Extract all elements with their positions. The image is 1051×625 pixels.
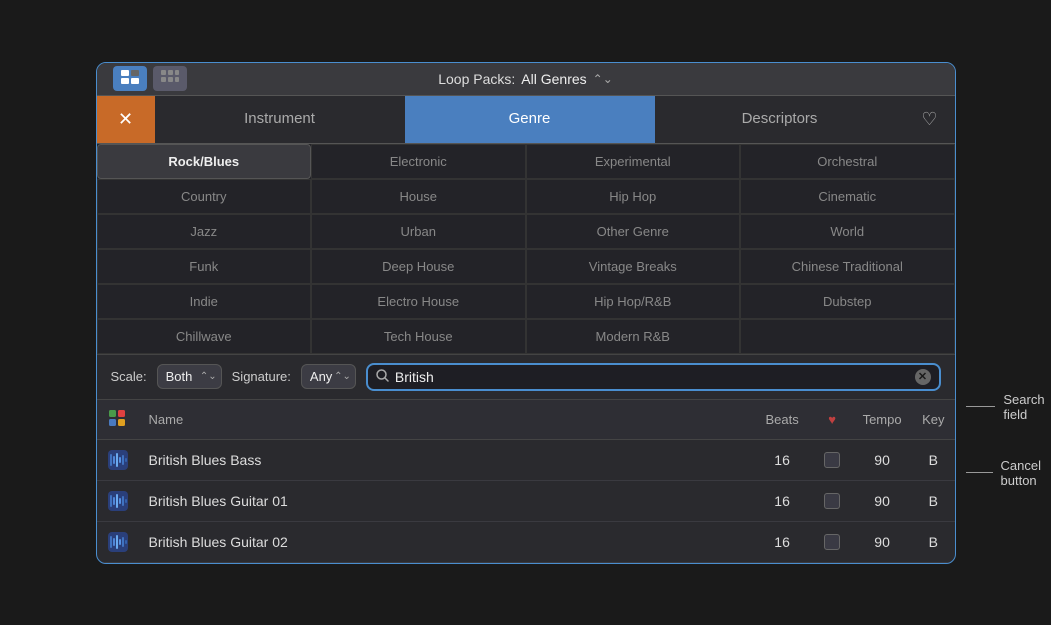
col-icon-header xyxy=(97,400,139,440)
cancel-button[interactable]: ✕ xyxy=(915,369,931,385)
genre-cell-indie[interactable]: Indie xyxy=(97,284,312,319)
view-controls xyxy=(113,66,187,91)
search-field[interactable]: ✕ xyxy=(366,363,941,391)
favorites-icon: ♡ xyxy=(921,109,937,130)
ann-hline-1 xyxy=(966,406,996,407)
tab-close-button[interactable]: ✕ xyxy=(97,96,155,143)
main-window: Loop Packs: All Genres ⌃⌄ ✕ Instrument G… xyxy=(96,62,956,564)
genre-cell-jazz[interactable]: Jazz xyxy=(97,214,312,249)
tab-descriptors[interactable]: Descriptors xyxy=(655,96,905,143)
cancel-icon: ✕ xyxy=(918,370,927,383)
genre-cell-modern-r-b[interactable]: Modern R&B xyxy=(526,319,741,354)
tabs-row: ✕ Instrument Genre Descriptors ♡ xyxy=(97,96,955,144)
search-input[interactable] xyxy=(395,369,909,385)
row-key: B xyxy=(912,480,954,521)
genre-cell-electro-house[interactable]: Electro House xyxy=(311,284,526,319)
genre-cell-deep-house[interactable]: Deep House xyxy=(311,249,526,284)
favorite-checkbox[interactable] xyxy=(824,534,840,550)
genre-dropdown[interactable]: All Genres xyxy=(521,71,586,87)
genre-cell-rock-blues[interactable]: Rock/Blues xyxy=(97,144,312,179)
ann-hline-2 xyxy=(966,472,993,473)
header-bar: Loop Packs: All Genres ⌃⌄ xyxy=(97,63,955,96)
genre-cell-house[interactable]: House xyxy=(311,179,526,214)
genre-cell-23[interactable] xyxy=(740,319,955,354)
row-tempo: 90 xyxy=(852,439,912,480)
signature-select[interactable]: Any 3/4 4/4 xyxy=(301,364,356,389)
results-table: Name Beats ♥ Tempo Key xyxy=(97,400,955,563)
table-row[interactable]: British Blues Guitar 0216 90B xyxy=(97,521,955,562)
row-name: British Blues Bass xyxy=(139,439,753,480)
header-title: Loop Packs: All Genres ⌃⌄ xyxy=(438,71,613,87)
col-key-header: Key xyxy=(912,400,954,440)
view-btn-grid[interactable] xyxy=(113,66,147,91)
table-row[interactable]: British Blues Guitar 0116 90B xyxy=(97,480,955,521)
genre-cell-country[interactable]: Country xyxy=(97,179,312,214)
annotations-overlay: Search field Cancel button xyxy=(966,392,1051,488)
table-row[interactable]: British Blues Bass16 90B xyxy=(97,439,955,480)
row-name: British Blues Guitar 02 xyxy=(139,521,753,562)
annotation-cancel-button: Cancel button xyxy=(966,458,1051,488)
row-tempo: 90 xyxy=(852,521,912,562)
tab-genre[interactable]: Genre xyxy=(405,96,655,143)
genre-grid: Rock/BluesElectronicExperimentalOrchestr… xyxy=(97,144,955,355)
genre-cell-world[interactable]: World xyxy=(740,214,955,249)
genre-cell-cinematic[interactable]: Cinematic xyxy=(740,179,955,214)
genre-cell-chinese-traditional[interactable]: Chinese Traditional xyxy=(740,249,955,284)
col-tempo-header: Tempo xyxy=(852,400,912,440)
row-beats: 16 xyxy=(752,521,812,562)
loop-icon-cell xyxy=(97,521,139,562)
tab-descriptors-label: Descriptors xyxy=(742,110,818,127)
scale-select[interactable]: Both Major Minor xyxy=(157,364,222,389)
tab-instrument[interactable]: Instrument xyxy=(155,96,405,143)
signature-label: Signature: xyxy=(232,369,291,384)
row-beats: 16 xyxy=(752,439,812,480)
genre-cell-electronic[interactable]: Electronic xyxy=(311,144,526,179)
filter-bar: Scale: Both Major Minor Signature: Any 3… xyxy=(97,355,955,400)
row-beats: 16 xyxy=(752,480,812,521)
scale-label: Scale: xyxy=(111,369,147,384)
close-icon: ✕ xyxy=(118,109,133,130)
signature-select-wrapper: Any 3/4 4/4 xyxy=(301,364,356,389)
search-icon xyxy=(376,369,389,385)
row-tempo: 90 xyxy=(852,480,912,521)
ann-search-label: Search field xyxy=(1003,392,1051,422)
loop-icon-cell xyxy=(97,480,139,521)
favorite-checkbox[interactable] xyxy=(824,493,840,509)
col-favorite-header: ♥ xyxy=(812,400,852,440)
genre-cell-orchestral[interactable]: Orchestral xyxy=(740,144,955,179)
genre-cell-experimental[interactable]: Experimental xyxy=(526,144,741,179)
row-favorite[interactable] xyxy=(812,439,852,480)
row-favorite[interactable] xyxy=(812,480,852,521)
tab-favorites[interactable]: ♡ xyxy=(905,96,955,143)
genre-chevron[interactable]: ⌃⌄ xyxy=(593,72,613,86)
genre-cell-dubstep[interactable]: Dubstep xyxy=(740,284,955,319)
table-header-row: Name Beats ♥ Tempo Key xyxy=(97,400,955,440)
favorite-checkbox[interactable] xyxy=(824,452,840,468)
col-beats-header: Beats xyxy=(752,400,812,440)
tab-instrument-label: Instrument xyxy=(244,110,315,127)
genre-cell-other-genre[interactable]: Other Genre xyxy=(526,214,741,249)
genre-cell-chillwave[interactable]: Chillwave xyxy=(97,319,312,354)
row-favorite[interactable] xyxy=(812,521,852,562)
row-name: British Blues Guitar 01 xyxy=(139,480,753,521)
genre-cell-hip-hop[interactable]: Hip Hop xyxy=(526,179,741,214)
tab-genre-label: Genre xyxy=(509,110,551,127)
row-key: B xyxy=(912,521,954,562)
scale-select-wrapper: Both Major Minor xyxy=(157,364,222,389)
genre-cell-vintage-breaks[interactable]: Vintage Breaks xyxy=(526,249,741,284)
row-key: B xyxy=(912,439,954,480)
col-name-header: Name xyxy=(139,400,753,440)
genre-cell-hip-hop-r-b[interactable]: Hip Hop/R&B xyxy=(526,284,741,319)
loop-icon-cell xyxy=(97,439,139,480)
genre-cell-tech-house[interactable]: Tech House xyxy=(311,319,526,354)
genre-cell-funk[interactable]: Funk xyxy=(97,249,312,284)
view-btn-list[interactable] xyxy=(153,66,187,91)
genre-cell-urban[interactable]: Urban xyxy=(311,214,526,249)
annotation-search-field: Search field xyxy=(966,392,1051,422)
loop-packs-label: Loop Packs: xyxy=(438,71,515,87)
results-area: Name Beats ♥ Tempo Key xyxy=(97,400,955,563)
ann-cancel-label: Cancel button xyxy=(1001,458,1051,488)
